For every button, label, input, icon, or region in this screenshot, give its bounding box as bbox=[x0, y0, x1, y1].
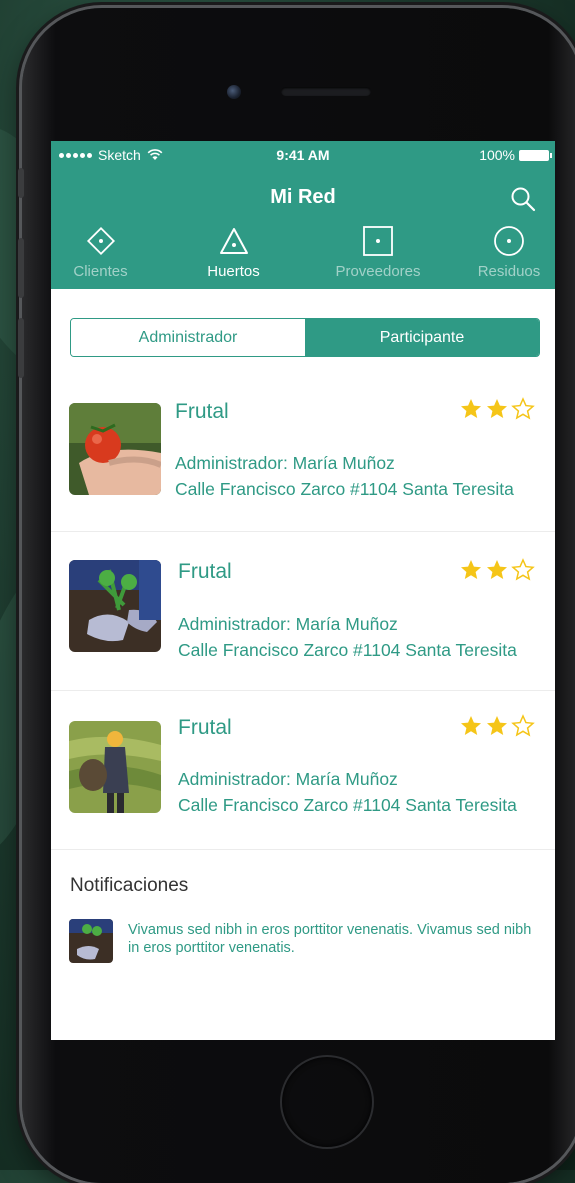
triangle-dot-icon bbox=[219, 228, 248, 254]
list-item[interactable]: Frutal Administrador: María Muñoz Calle … bbox=[51, 691, 555, 850]
card-address: Calle Francisco Zarco #1104 Santa Teresi… bbox=[178, 795, 517, 815]
app-screen: Sketch 9:41 AM 100% Mi Red Clientes Huer… bbox=[51, 141, 555, 1040]
tab-clientes[interactable]: Clientes bbox=[63, 225, 138, 280]
tab-label: Clientes bbox=[73, 263, 128, 280]
card-admin: Administrador: María Muñoz bbox=[178, 769, 398, 789]
earpiece-speaker bbox=[281, 87, 371, 96]
star-empty-icon bbox=[511, 714, 535, 743]
tomato-harvest-image bbox=[69, 403, 161, 495]
star-filled-icon bbox=[485, 558, 509, 587]
tab-huertos[interactable]: Huertos bbox=[196, 225, 271, 280]
star-filled-icon bbox=[459, 714, 483, 743]
field-worker-image bbox=[69, 721, 161, 813]
diamond-dot-icon bbox=[86, 226, 115, 256]
tab-proveedores[interactable]: Proveedores bbox=[323, 225, 433, 280]
gardening-gloves-image bbox=[69, 560, 161, 652]
notifications-heading: Notificaciones bbox=[70, 875, 189, 896]
star-filled-icon bbox=[485, 714, 509, 743]
card-address: Calle Francisco Zarco #1104 Santa Teresi… bbox=[178, 640, 517, 660]
status-bar: Sketch 9:41 AM 100% bbox=[51, 141, 555, 169]
notification-text[interactable]: Vivamus sed nibh in eros porttitor venen… bbox=[128, 921, 543, 957]
segment-participante[interactable]: Participante bbox=[305, 319, 539, 356]
tab-label: Residuos bbox=[477, 263, 541, 280]
rating-stars bbox=[459, 714, 535, 743]
tab-label: Proveedores bbox=[335, 263, 421, 280]
phone-side-button bbox=[18, 238, 24, 298]
star-filled-icon bbox=[459, 558, 483, 587]
star-filled-icon bbox=[485, 397, 509, 426]
square-dot-icon bbox=[363, 226, 393, 256]
segment-administrador[interactable]: Administrador bbox=[71, 319, 305, 356]
front-camera bbox=[227, 85, 241, 99]
list-item[interactable]: Frutal Administrador: María Muñoz Calle … bbox=[51, 532, 555, 691]
nav-bar: Mi Red Clientes Huertos Proveedores Resi… bbox=[51, 169, 555, 289]
page-title: Mi Red bbox=[270, 186, 336, 208]
tab-bar: Clientes Huertos Proveedores Residuos bbox=[51, 225, 555, 285]
notification-thumbnail bbox=[69, 919, 113, 963]
tab-label: Huertos bbox=[207, 263, 260, 280]
role-segmented-control: Administrador Participante bbox=[70, 318, 540, 357]
star-filled-icon bbox=[459, 397, 483, 426]
circle-dot-icon bbox=[494, 226, 524, 256]
phone-side-button bbox=[18, 168, 24, 198]
card-title: Frutal bbox=[178, 560, 232, 583]
home-button[interactable] bbox=[280, 1055, 374, 1149]
battery-icon bbox=[519, 149, 552, 161]
list-item[interactable]: Frutal Administrador: María Muñoz Calle … bbox=[51, 373, 555, 532]
card-admin: Administrador: María Muñoz bbox=[178, 614, 398, 634]
card-title: Frutal bbox=[178, 716, 232, 739]
star-empty-icon bbox=[511, 558, 535, 587]
card-address: Calle Francisco Zarco #1104 Santa Teresi… bbox=[175, 479, 514, 499]
rating-stars bbox=[459, 397, 535, 426]
tab-residuos[interactable]: Residuos bbox=[469, 225, 549, 280]
card-admin: Administrador: María Muñoz bbox=[175, 453, 395, 473]
battery-percent: 100% bbox=[479, 147, 515, 163]
search-icon[interactable] bbox=[509, 185, 537, 213]
rating-stars bbox=[459, 558, 535, 587]
card-title: Frutal bbox=[175, 400, 229, 423]
star-empty-icon bbox=[511, 397, 535, 426]
phone-side-button bbox=[18, 318, 24, 378]
